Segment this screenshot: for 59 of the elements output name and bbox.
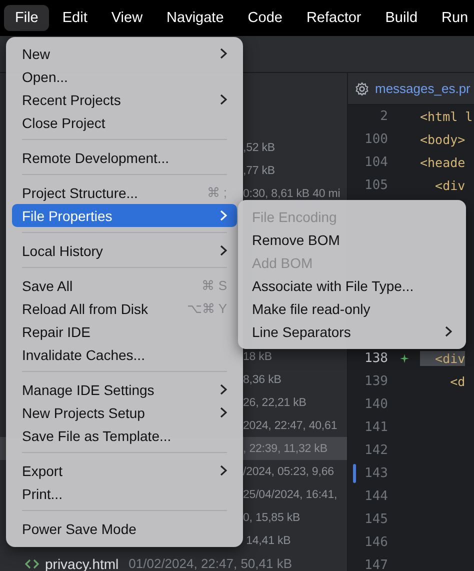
line-number: 143 — [364, 466, 388, 481]
line-number: 147 — [364, 558, 388, 571]
menu-item[interactable]: File Properties — [12, 204, 237, 227]
code-line: <html l — [420, 109, 473, 124]
chevron-right-icon — [220, 210, 227, 221]
menu-item[interactable]: Save All ⌘ S — [12, 274, 237, 297]
code-line: <body> — [420, 132, 466, 147]
menu-bar-item[interactable]: Navigate — [156, 5, 235, 31]
menu-item[interactable]: Manage IDE Settings — [12, 378, 237, 401]
code-line: <d — [449, 374, 466, 389]
file-meta: 01/02/2024, 22:47, 50,41 kB — [128, 556, 292, 571]
menu-bar-item[interactable]: Edit — [51, 5, 98, 31]
line-number: 105 — [364, 178, 388, 193]
menu-item[interactable]: Local History — [12, 239, 237, 262]
line-number: 141 — [364, 420, 388, 435]
chevron-right-icon — [220, 94, 227, 105]
menu-item[interactable]: Power Save Mode — [12, 517, 237, 540]
menu-item[interactable]: Recent Projects — [12, 88, 237, 111]
chevron-right-icon — [220, 384, 227, 395]
chevron-right-icon — [445, 326, 452, 337]
menu-item[interactable]: Remove BOM — [242, 228, 462, 251]
menu-bar-item[interactable]: Refactor — [295, 5, 372, 31]
menu-item[interactable]: Associate with File Type... — [242, 274, 462, 297]
line-number: 142 — [364, 443, 388, 458]
chevron-right-icon — [220, 465, 227, 476]
chevron-right-icon — [220, 245, 227, 256]
menu-item[interactable]: Remote Development... — [12, 146, 237, 169]
menu-item[interactable]: New Projects Setup — [12, 401, 237, 424]
menu-item[interactable]: Close Project — [12, 111, 237, 134]
menu-bar-item[interactable]: File — [4, 5, 50, 31]
gear-icon — [355, 82, 369, 96]
chevron-right-icon — [220, 48, 227, 59]
code-line: <heade — [420, 155, 466, 170]
line-number: 2 — [379, 109, 388, 124]
line-number: 138 — [364, 351, 388, 366]
line-number: 144 — [364, 489, 388, 504]
menu-item[interactable]: Export — [12, 459, 237, 482]
line-number: 145 — [364, 512, 388, 527]
line-number: 139 — [364, 374, 388, 389]
menu-item[interactable]: Invalidate Caches... — [12, 343, 237, 366]
menu-item[interactable]: Repair IDE — [12, 320, 237, 343]
menu-item[interactable]: Line Separators — [242, 320, 462, 343]
code-line: <div — [434, 178, 466, 193]
line-number: 146 — [364, 535, 388, 550]
menu-item[interactable]: Make file read-only — [242, 297, 462, 320]
code-brackets-icon — [25, 558, 39, 568]
menu-bar-item[interactable]: View — [100, 5, 154, 31]
chevron-right-icon — [220, 407, 227, 418]
menu-item[interactable]: Project Structure... ⌘ ; — [12, 181, 237, 204]
line-number: 104 — [364, 155, 388, 170]
menu-item[interactable]: Open... — [12, 65, 237, 88]
menu-item[interactable]: Save File as Template... — [12, 424, 237, 447]
line-number: 140 — [364, 397, 388, 412]
menu-bar-item[interactable]: Code — [236, 5, 294, 31]
menu-bar-item[interactable]: Build — [374, 5, 429, 31]
line-number: 100 — [364, 132, 388, 147]
menu-item[interactable]: Reload All from Disk ⌥⌘ Y — [12, 297, 237, 320]
menu-bar-item[interactable]: Run — [430, 5, 474, 31]
menu-item[interactable]: Print... — [12, 482, 237, 505]
